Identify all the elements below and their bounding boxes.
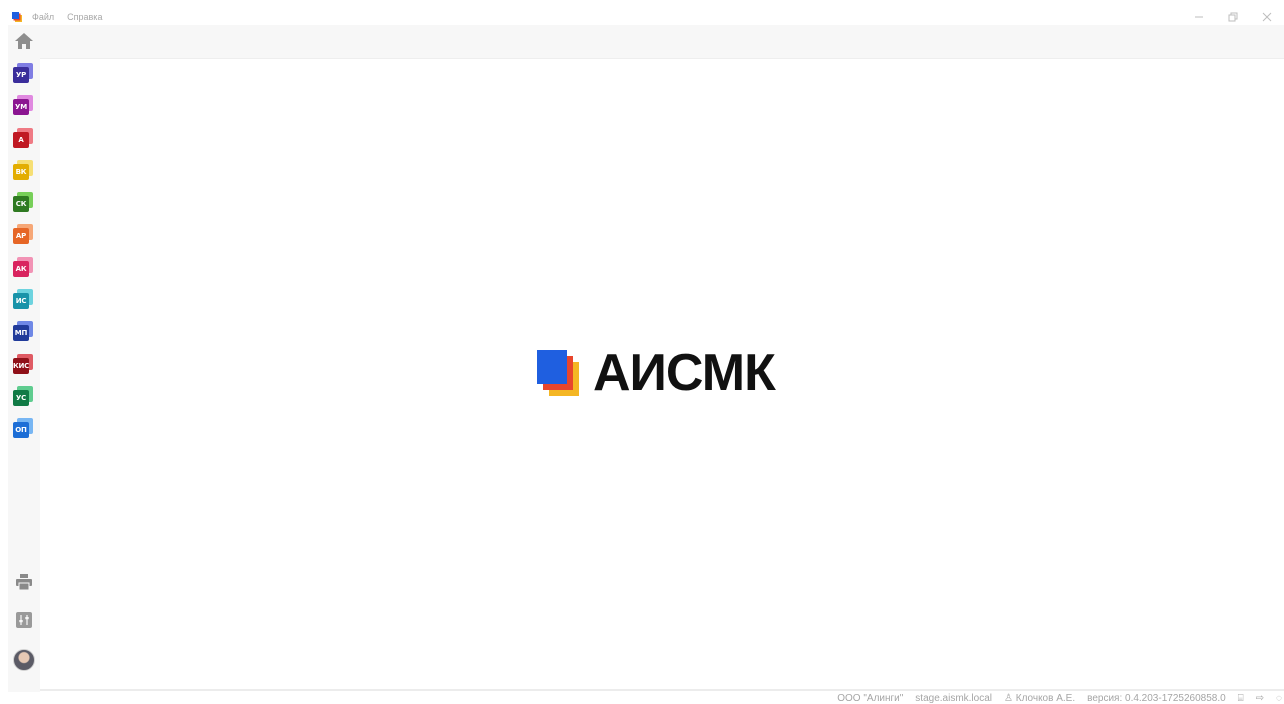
user-avatar bbox=[13, 649, 35, 671]
restore-button[interactable] bbox=[1216, 10, 1250, 24]
logo-text: АИСМК bbox=[593, 344, 776, 402]
module-list: УР УМ А ВК СК АР АК ИС МП КИС УС ОП bbox=[13, 63, 35, 451]
status-server: stage.aismk.local bbox=[915, 692, 992, 704]
module-icon-label: ОП bbox=[13, 422, 29, 439]
settings-button[interactable] bbox=[8, 611, 40, 629]
home-icon bbox=[15, 33, 33, 49]
module-icon-label: ВК bbox=[13, 163, 29, 180]
restore-icon bbox=[1228, 12, 1238, 22]
divider bbox=[40, 689, 1284, 691]
user-icon: ♙ bbox=[1004, 692, 1013, 704]
module-12-button[interactable]: ОП bbox=[13, 418, 35, 440]
menu-help[interactable]: Справка bbox=[67, 11, 102, 23]
module-1-button[interactable]: УР bbox=[13, 63, 35, 85]
module-9-button[interactable]: МП bbox=[13, 321, 35, 343]
window-controls bbox=[1182, 10, 1284, 24]
status-bar: ООО "Алинги" stage.aismk.local ♙ Клочков… bbox=[837, 692, 1284, 704]
menu-bar: Файл Справка bbox=[32, 11, 102, 23]
module-icon-label: ИС bbox=[13, 293, 29, 310]
module-icon-label: АР bbox=[13, 228, 29, 245]
module-icon-label: УР bbox=[13, 67, 29, 83]
module-5-button[interactable]: СК bbox=[13, 192, 35, 214]
chat-icon[interactable]: ⌸ bbox=[1238, 693, 1244, 704]
printer-icon bbox=[16, 574, 32, 591]
status-version: версия: 0.4.203-1725260858.0 bbox=[1087, 692, 1226, 704]
close-icon bbox=[1262, 12, 1272, 22]
print-button[interactable] bbox=[8, 573, 40, 591]
module-3-button[interactable]: А bbox=[13, 127, 35, 150]
module-8-button[interactable]: ИС bbox=[13, 289, 35, 311]
module-icon-label: КИС bbox=[13, 357, 29, 374]
sidebar: УР УМ А ВК СК АР АК ИС МП КИС УС ОП bbox=[8, 25, 40, 692]
bell-icon[interactable]: ◌ bbox=[1276, 693, 1282, 704]
module-icon-label: АК bbox=[13, 260, 29, 277]
module-4-button[interactable]: ВК bbox=[13, 159, 35, 182]
module-2-button[interactable]: УМ bbox=[13, 95, 35, 117]
user-avatar-button[interactable] bbox=[8, 649, 40, 671]
minimize-button[interactable] bbox=[1182, 10, 1216, 24]
logo-mark-icon bbox=[537, 350, 579, 396]
module-icon-label: УМ bbox=[13, 99, 29, 116]
close-button[interactable] bbox=[1250, 10, 1284, 24]
home-button[interactable] bbox=[13, 31, 35, 51]
module-11-button[interactable]: УС bbox=[13, 385, 35, 408]
title-bar: Файл Справка bbox=[0, 10, 1284, 25]
app-logo-icon bbox=[12, 12, 22, 22]
module-icon-label: СК bbox=[13, 196, 29, 213]
module-10-button[interactable]: КИС bbox=[13, 353, 35, 376]
status-company: ООО "Алинги" bbox=[837, 692, 904, 704]
menu-file[interactable]: Файл bbox=[32, 11, 54, 23]
settings-icon bbox=[16, 612, 32, 628]
logout-icon[interactable]: ⇨ bbox=[1256, 693, 1264, 704]
status-user: ♙ Клочков А.Е. bbox=[1004, 693, 1075, 704]
module-icon-label: А bbox=[13, 131, 29, 148]
module-icon-label: МП bbox=[13, 325, 29, 342]
app-logo: АИСМК bbox=[537, 344, 776, 402]
module-icon-label: УС bbox=[13, 389, 29, 406]
toolbar bbox=[40, 25, 1284, 59]
module-7-button[interactable]: АК bbox=[13, 256, 35, 279]
status-user-name: Клочков А.Е. bbox=[1015, 692, 1076, 704]
minimize-icon bbox=[1195, 16, 1203, 18]
module-6-button[interactable]: АР bbox=[13, 224, 35, 246]
